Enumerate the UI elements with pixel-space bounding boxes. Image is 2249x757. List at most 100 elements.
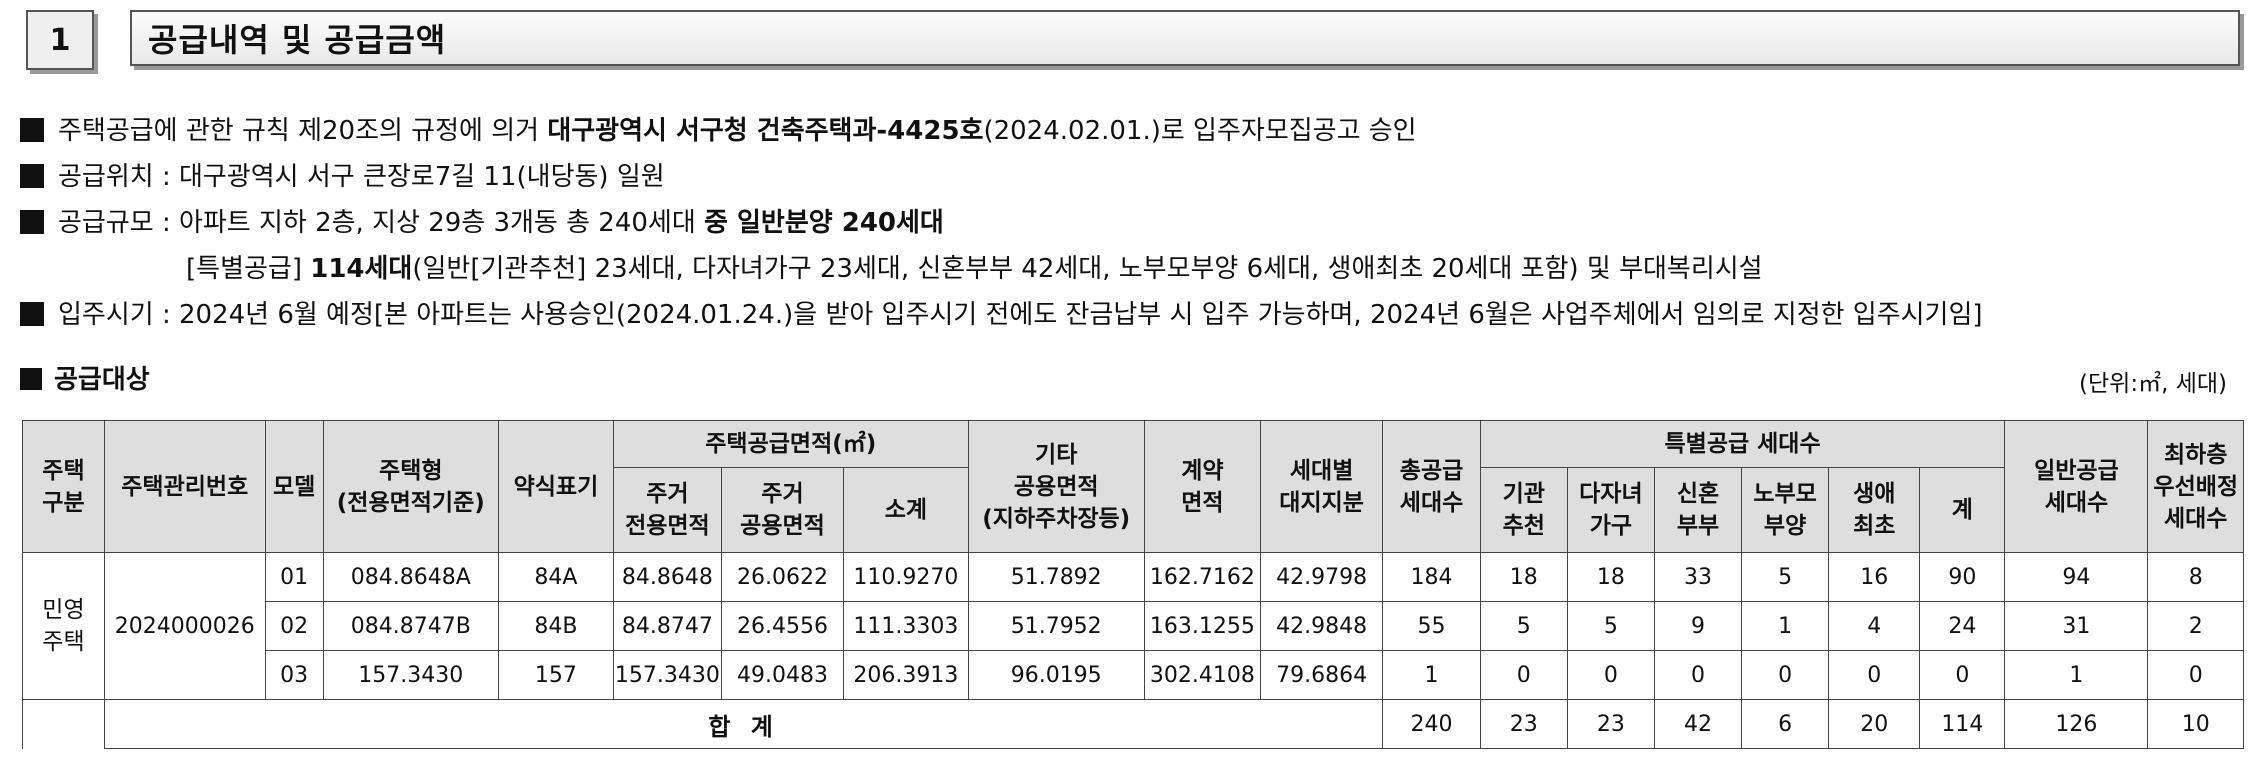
cell-lowest: 2 xyxy=(2147,601,2244,651)
cell-other: 96.0195 xyxy=(967,650,1145,700)
total-multi: 23 xyxy=(1566,699,1655,749)
cell-first: 4 xyxy=(1828,601,1921,651)
cell-total: 1 xyxy=(1382,650,1481,700)
cell-common: 26.0622 xyxy=(720,552,845,602)
cell-type: 084.8648A xyxy=(322,552,499,602)
header-lowest-floor: 최하층 우선배정 세대수 xyxy=(2147,420,2244,553)
cell-elder: 5 xyxy=(1741,552,1830,602)
header-subtotal: 소계 xyxy=(843,467,969,553)
cell-land: 42.9848 xyxy=(1259,601,1384,651)
header-special-group: 특별공급 세대수 xyxy=(1479,420,2006,468)
header-land-share: 세대별 대지지분 xyxy=(1259,420,1384,553)
cell-multi: 18 xyxy=(1566,552,1655,602)
cell-lowest: 0 xyxy=(2147,650,2244,700)
cell-newly: 0 xyxy=(1653,650,1743,700)
cell-general: 1 xyxy=(2004,650,2149,700)
table-row: 03 157.3430 157 157.3430 49.0483 206.391… xyxy=(23,650,2244,700)
cell-elder: 0 xyxy=(1741,650,1830,700)
total-sum: 114 xyxy=(1919,699,2006,749)
cell-sum: 90 xyxy=(1919,552,2006,602)
cell-short: 84B xyxy=(497,601,614,651)
table-row: 민영 주택 2024000026 01 084.8648A 84A 84.864… xyxy=(22,552,2244,700)
square-bullet-icon xyxy=(20,118,44,142)
square-bullet-icon xyxy=(20,164,44,188)
cell-model: 02 xyxy=(264,601,324,651)
cell-excl: 84.8648 xyxy=(612,552,722,602)
header-sp-sum: 계 xyxy=(1919,467,2006,553)
cell-contract: 302.4108 xyxy=(1143,650,1261,700)
total-general: 126 xyxy=(2004,699,2149,749)
cell-multi: 5 xyxy=(1566,601,1655,651)
cell-other: 51.7952 xyxy=(967,601,1145,651)
supply-target-heading: 공급대상 xyxy=(20,362,150,398)
section-number: 1 xyxy=(26,10,94,70)
cell-sum: 0 xyxy=(1919,650,2006,700)
cell-excl: 157.3430 xyxy=(612,650,722,700)
cell-newly: 9 xyxy=(1653,601,1743,651)
cell-subtotal: 111.3303 xyxy=(843,601,969,651)
cell-other: 51.7892 xyxy=(967,552,1145,602)
cell-land: 42.9798 xyxy=(1259,552,1384,602)
unit-note: (단위:㎡, 세대) xyxy=(2079,371,2227,397)
header-general: 일반공급 세대수 xyxy=(2004,420,2149,553)
cell-multi: 0 xyxy=(1566,650,1655,700)
header-model: 모델 xyxy=(264,420,324,553)
header-short-name: 약식표기 xyxy=(497,420,614,553)
totals-label: 합 계 xyxy=(103,699,1384,749)
header-excl-area: 주거 전용면적 xyxy=(612,467,722,553)
total-elder: 6 xyxy=(1741,699,1830,749)
info-special-supply: [특별공급] 114세대(일반[기관추천] 23세대, 다자녀가구 23세대, … xyxy=(186,254,1763,284)
info-move-in: 입주시기 : 2024년 6월 예정[본 아파트는 사용승인(2024.01.2… xyxy=(20,292,2240,338)
cell-newly: 33 xyxy=(1653,552,1743,602)
cell-inst: 5 xyxy=(1479,601,1568,651)
cell-mgmt-no: 2024000026 xyxy=(103,552,266,700)
header-house-type: 주택형 (전용면적기준) xyxy=(322,420,499,553)
total-lowest: 10 xyxy=(2147,699,2244,749)
cell-total: 184 xyxy=(1382,552,1481,602)
supply-info: 주택공급에 관한 규칙 제20조의 규정에 의거 대구광역시 서구청 건축주택과… xyxy=(20,108,2240,338)
cell-contract: 162.7162 xyxy=(1143,552,1261,602)
cell-model: 03 xyxy=(264,650,324,700)
header-housing-type: 주택 구분 xyxy=(22,420,105,553)
square-bullet-icon xyxy=(20,368,42,390)
cell-short: 84A xyxy=(497,552,614,602)
total-inst: 23 xyxy=(1479,699,1568,749)
cell-model: 01 xyxy=(264,552,324,602)
cell-contract: 163.1255 xyxy=(1143,601,1261,651)
section-title: 공급내역 및 공급금액 xyxy=(130,10,2240,66)
cell-common: 26.4556 xyxy=(720,601,845,651)
cell-sum: 24 xyxy=(1919,601,2006,651)
cell-land: 79.6864 xyxy=(1259,650,1384,700)
cell-general: 31 xyxy=(2004,601,2149,651)
info-scale: 공급규모 : 아파트 지하 2층, 지상 29층 3개동 총 240세대 중 일… xyxy=(20,200,2240,246)
info-approval: 주택공급에 관한 규칙 제20조의 규정에 의거 대구광역시 서구청 건축주택과… xyxy=(20,108,2240,154)
cell-first: 16 xyxy=(1828,552,1921,602)
cell-inst: 0 xyxy=(1479,650,1568,700)
total-units: 240 xyxy=(1382,699,1481,749)
cell-lowest: 8 xyxy=(2147,552,2244,602)
totals-row: 합 계 240 23 23 42 6 20 114 126 10 xyxy=(22,699,2244,749)
header-sp-multichild: 다자녀 가구 xyxy=(1566,467,1655,553)
header-other-common: 기타 공용면적 (지하주차장등) xyxy=(967,420,1145,553)
total-newly: 42 xyxy=(1653,699,1743,749)
total-first: 20 xyxy=(1828,699,1921,749)
header-common-area: 주거 공용면적 xyxy=(720,467,845,553)
cell-common: 49.0483 xyxy=(720,650,845,700)
header-sp-elderly: 노부모 부양 xyxy=(1741,467,1830,553)
header-mgmt-no: 주택관리번호 xyxy=(103,420,266,553)
cell-excl: 84.8747 xyxy=(612,601,722,651)
header-total-units: 총공급 세대수 xyxy=(1382,420,1481,553)
square-bullet-icon xyxy=(20,210,44,234)
info-location: 공급위치 : 대구광역시 서구 큰장로7길 11(내당동) 일원 xyxy=(20,154,2240,200)
cell-elder: 1 xyxy=(1741,601,1830,651)
cell-subtotal: 206.3913 xyxy=(843,650,969,700)
header-sp-newlywed: 신혼 부부 xyxy=(1653,467,1743,553)
cell-subtotal: 110.9270 xyxy=(843,552,969,602)
cell-total: 55 xyxy=(1382,601,1481,651)
cell-short: 157 xyxy=(497,650,614,700)
header-sp-firsttime: 생애 최초 xyxy=(1828,467,1921,553)
cell-type: 084.8747B xyxy=(322,601,499,651)
cell-general: 94 xyxy=(2004,552,2149,602)
header-area-group: 주택공급면적(㎡) xyxy=(612,420,969,468)
table-row: 02 084.8747B 84B 84.8747 26.4556 111.330… xyxy=(23,601,2244,651)
